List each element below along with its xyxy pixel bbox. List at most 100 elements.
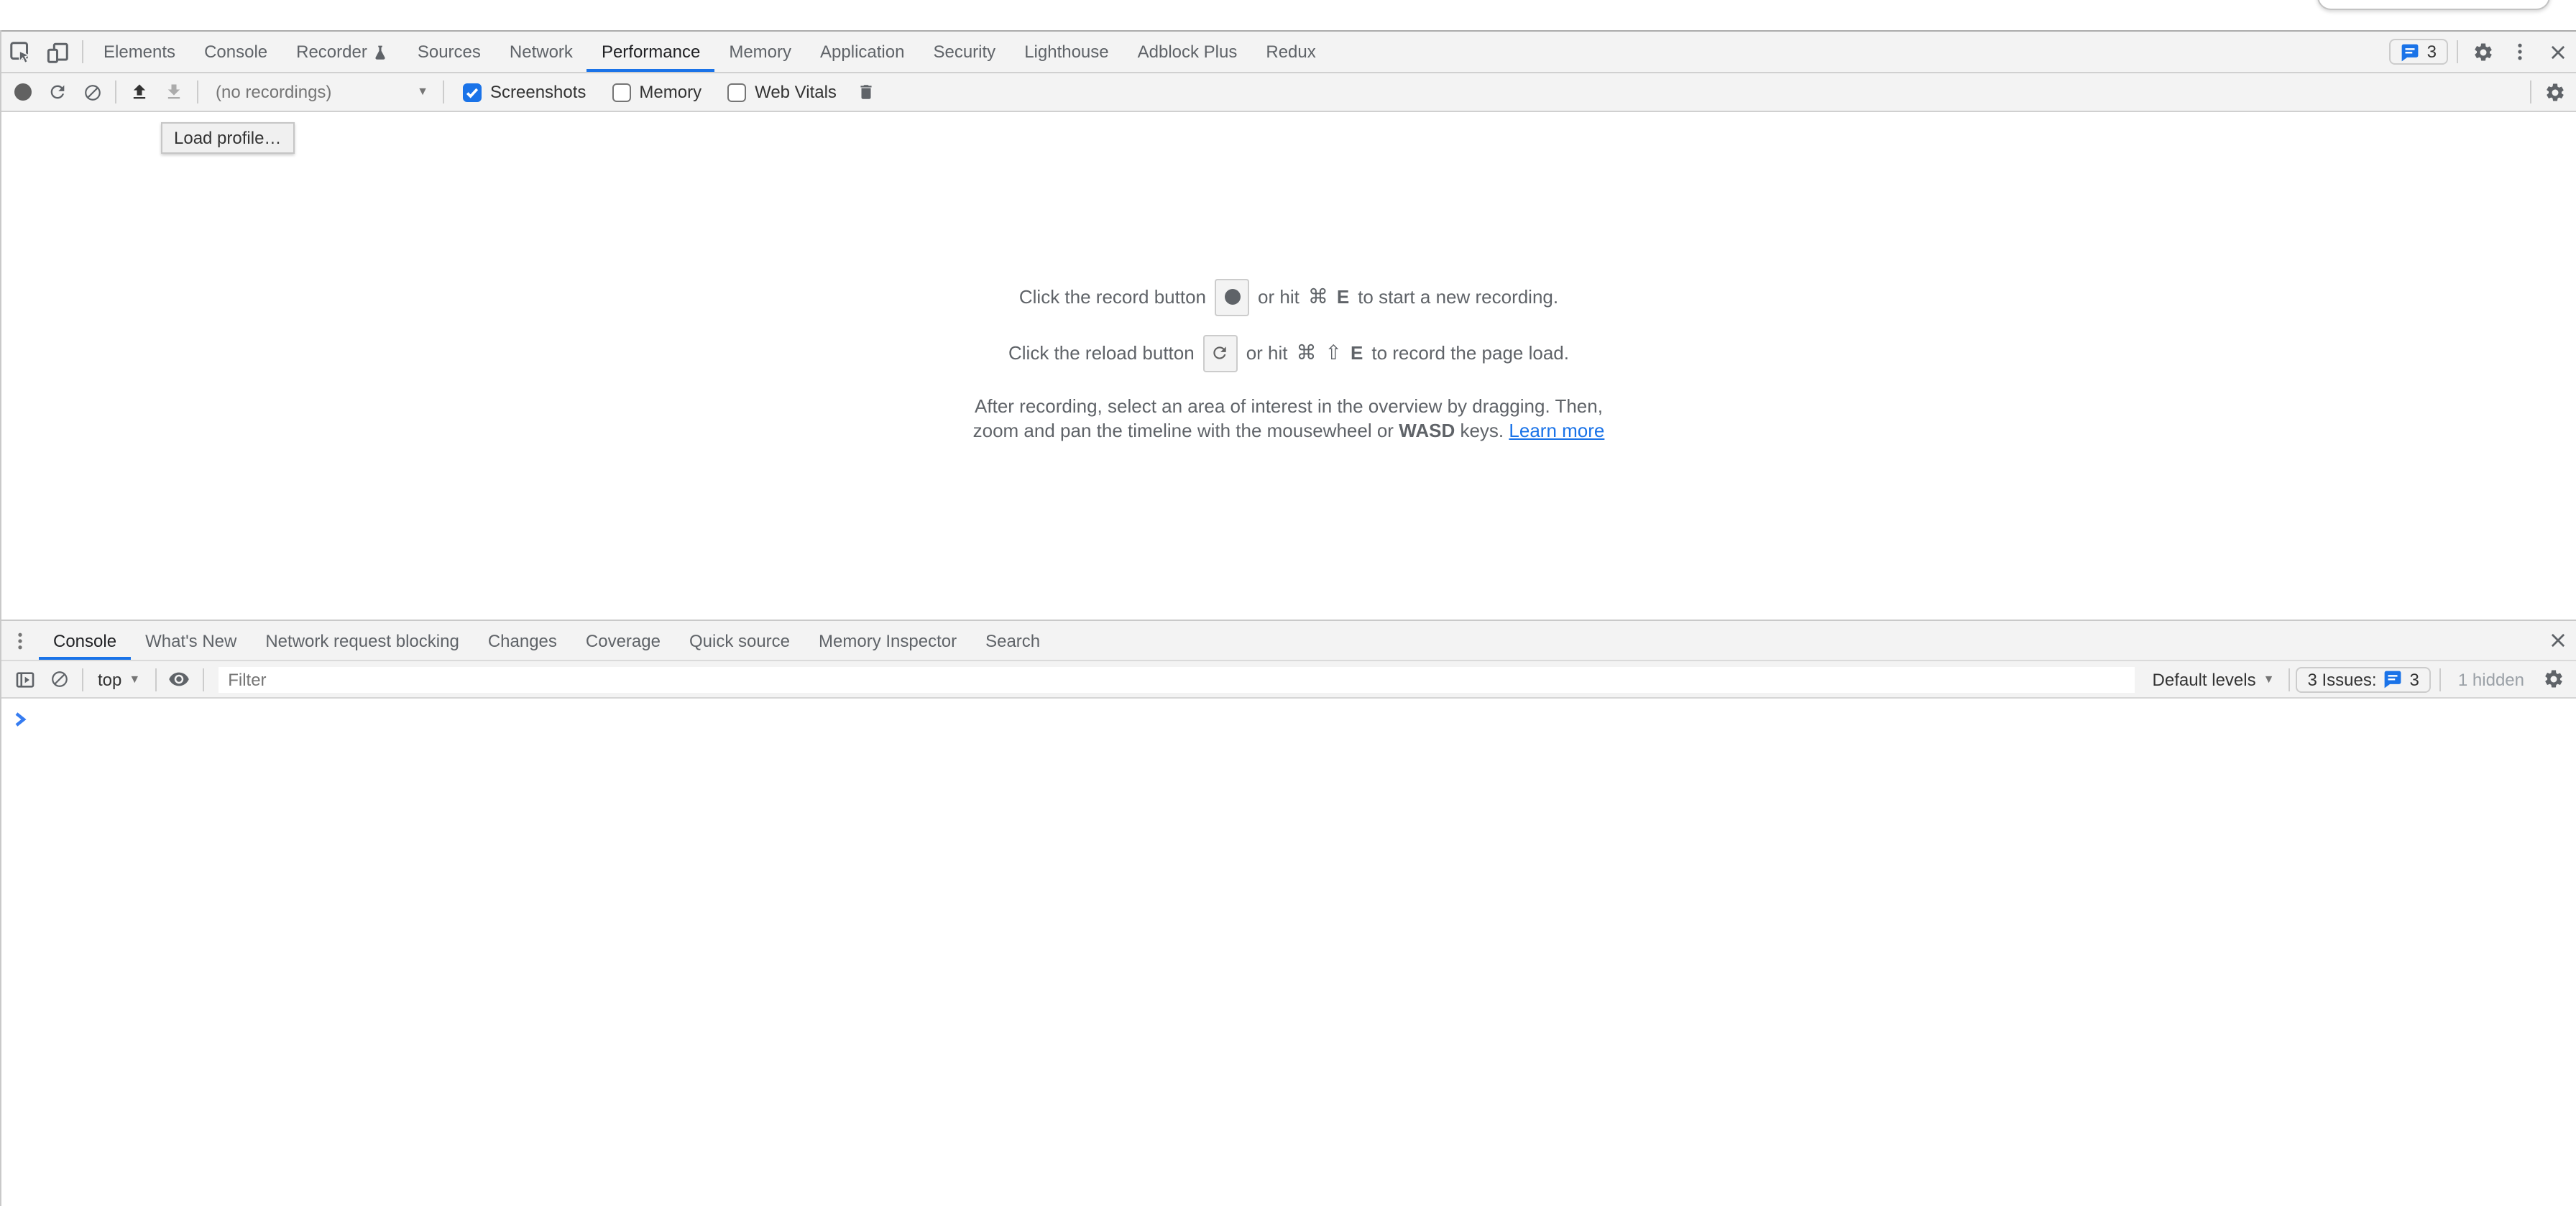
tab-performance[interactable]: Performance	[587, 32, 714, 72]
log-levels-dropdown[interactable]: Default levels ▼	[2144, 669, 2283, 689]
tab-memory[interactable]: Memory	[714, 32, 806, 72]
record-icon	[1224, 289, 1240, 305]
load-profile-tooltip: Load profile…	[161, 122, 294, 154]
console-issues-button[interactable]: 3 Issues: 3	[2296, 666, 2430, 692]
devtools-window: Elements Console Recorder Sources Networ…	[0, 0, 2576, 1206]
record-icon	[14, 83, 32, 101]
drawer-tab-console[interactable]: Console	[39, 621, 131, 660]
tab-adblock-plus[interactable]: Adblock Plus	[1123, 32, 1252, 72]
console-prompt-chevron-icon	[14, 711, 27, 727]
gear-icon	[2472, 41, 2493, 63]
reload-and-record-button[interactable]	[40, 75, 75, 109]
clear-console-button[interactable]	[42, 662, 76, 696]
record-button[interactable]	[6, 75, 40, 109]
chevron-down-icon: ▼	[129, 673, 140, 685]
download-icon	[164, 82, 184, 102]
drawer-tab-memory-inspector[interactable]: Memory Inspector	[804, 621, 971, 660]
create-live-expression-button[interactable]	[162, 662, 196, 696]
eye-icon	[168, 668, 190, 690]
record-instruction-row: Click the record button or hit ⌘ E to st…	[973, 278, 1605, 316]
close-devtools-button[interactable]	[2539, 34, 2576, 69]
drawer-tab-changes[interactable]: Changes	[474, 621, 571, 660]
command-key-symbol: ⌘	[1308, 285, 1328, 309]
console-prompt[interactable]	[1, 699, 2576, 730]
device-toolbar-button[interactable]	[39, 34, 76, 69]
clear-block-icon	[50, 670, 68, 689]
tab-recorder[interactable]: Recorder	[282, 32, 403, 72]
divider	[2457, 40, 2458, 63]
divider	[82, 668, 83, 691]
tab-console[interactable]: Console	[190, 32, 282, 72]
tab-sources[interactable]: Sources	[403, 32, 495, 72]
experiment-flask-icon	[373, 42, 389, 61]
trash-icon	[857, 82, 876, 102]
show-console-sidebar-button[interactable]	[7, 662, 42, 696]
tab-elements[interactable]: Elements	[89, 32, 190, 72]
close-drawer-button[interactable]	[2539, 623, 2576, 658]
drawer-menu-button[interactable]	[1, 623, 39, 658]
browser-popup-remnant	[2317, 0, 2550, 10]
console-sidebar-icon	[14, 669, 35, 689]
capture-settings-button[interactable]	[2537, 75, 2572, 109]
console-messages-area[interactable]	[1, 699, 2576, 1206]
performance-panel-content: Load profile… Click the record button or…	[1, 112, 2576, 620]
issues-counter-button[interactable]: 3	[2390, 39, 2448, 65]
drawer-tabbar: Console What's New Network request block…	[1, 620, 2576, 661]
tab-security[interactable]: Security	[919, 32, 1010, 72]
device-toolbar-icon	[45, 40, 70, 64]
learn-more-link[interactable]: Learn more	[1509, 419, 1604, 441]
gear-icon	[2544, 81, 2565, 103]
kebab-menu-icon	[2510, 42, 2530, 62]
screenshots-checkbox[interactable]: Screenshots	[463, 82, 586, 102]
reload-instruction-row: Click the reload button or hit ⌘ ⇧ E to …	[973, 334, 1605, 372]
console-settings-button[interactable]	[2536, 662, 2570, 696]
divider	[2288, 668, 2290, 691]
checkbox-box	[463, 83, 482, 101]
after-recording-paragraph: After recording, select an area of inter…	[973, 393, 1605, 442]
divider	[2530, 80, 2531, 103]
clear-button[interactable]	[75, 75, 109, 109]
more-options-button[interactable]	[2501, 34, 2539, 69]
drawer-tab-network-request-blocking[interactable]: Network request blocking	[251, 621, 473, 660]
collect-garbage-button[interactable]	[850, 75, 884, 109]
drawer-tab-whats-new[interactable]: What's New	[131, 621, 251, 660]
load-profile-button[interactable]	[122, 75, 157, 109]
close-icon	[2548, 42, 2567, 61]
drawer-tab-search[interactable]: Search	[971, 621, 1054, 660]
reload-icon	[47, 82, 68, 102]
divider	[115, 80, 116, 103]
shift-key-symbol: ⇧	[1325, 341, 1342, 365]
tab-application[interactable]: Application	[806, 32, 919, 72]
e-key: E	[1351, 342, 1363, 364]
divider	[155, 668, 156, 691]
console-filter-input[interactable]	[218, 666, 2135, 692]
inspect-element-button[interactable]	[1, 34, 39, 69]
recordings-dropdown[interactable]: (no recordings) ▼	[204, 78, 437, 106]
save-profile-button[interactable]	[157, 75, 191, 109]
console-toolbar: top ▼ Default levels ▼ 3 Issues:	[1, 661, 2576, 699]
drawer-tab-coverage[interactable]: Coverage	[571, 621, 675, 660]
performance-toolbar: (no recordings) ▼ Screenshots Memory	[1, 73, 2576, 112]
tab-redux[interactable]: Redux	[1251, 32, 1330, 72]
tabbar-spacer	[1330, 32, 2390, 72]
memory-checkbox[interactable]: Memory	[612, 82, 702, 102]
tab-lighthouse[interactable]: Lighthouse	[1010, 32, 1123, 72]
javascript-context-dropdown[interactable]: top ▼	[89, 669, 149, 689]
tab-network[interactable]: Network	[495, 32, 587, 72]
upload-icon	[129, 82, 150, 102]
hidden-messages-label: 1 hidden	[2447, 669, 2536, 689]
web-vitals-checkbox[interactable]: Web Vitals	[727, 82, 837, 102]
drawer-tabbar-spacer	[1054, 621, 2539, 660]
record-button-illustration[interactable]	[1215, 278, 1249, 316]
reload-button-illustration[interactable]	[1203, 334, 1238, 372]
chevron-down-icon: ▼	[2263, 673, 2275, 685]
divider	[443, 80, 444, 103]
inspect-cursor-icon	[8, 40, 32, 64]
issues-bubble-icon	[2384, 670, 2403, 689]
drawer-tab-quick-source[interactable]: Quick source	[675, 621, 804, 660]
close-icon	[2548, 631, 2567, 650]
checkbox-box	[612, 83, 630, 101]
settings-button[interactable]	[2464, 34, 2501, 69]
divider	[202, 668, 203, 691]
divider	[197, 80, 198, 103]
